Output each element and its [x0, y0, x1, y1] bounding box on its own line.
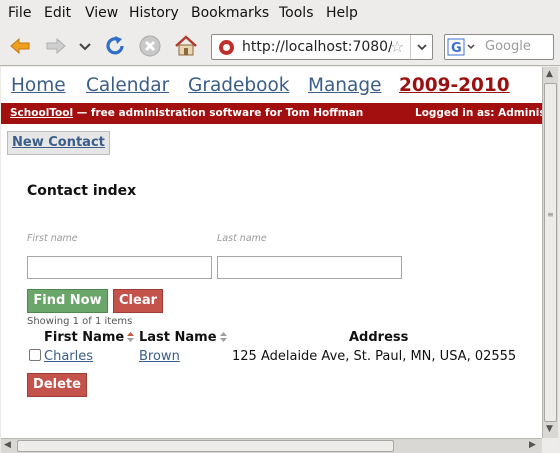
menu-help[interactable]: Help — [326, 5, 358, 21]
column-header-first-name[interactable]: First Name — [44, 330, 135, 345]
menu-edit[interactable]: Edit — [44, 5, 71, 21]
contact-address: 125 Adelaide Ave, St. Paul, MN, USA, 025… — [232, 349, 517, 364]
new-contact-button[interactable]: New Contact — [7, 131, 110, 155]
search-engine-selector[interactable]: G — [447, 38, 477, 56]
vertical-scroll-thumb[interactable]: ≡ — [544, 83, 557, 422]
forward-arrow-icon[interactable] — [44, 34, 68, 58]
search-bar[interactable]: G Google — [444, 34, 554, 60]
scroll-left-arrow-icon[interactable]: ◀ — [4, 440, 11, 450]
home-icon[interactable] — [174, 34, 198, 58]
column-header-address: Address — [349, 330, 409, 345]
schooltool-link[interactable]: SchoolTool — [10, 107, 73, 119]
grip-icon: ≡ — [547, 210, 554, 219]
nav-home[interactable]: Home — [11, 75, 66, 96]
page-title: Contact index — [27, 183, 137, 199]
url-dropdown-icon — [417, 44, 427, 51]
menu-tools[interactable]: Tools — [279, 5, 314, 21]
first-name-header-label: First Name — [44, 330, 125, 345]
navigation-toolbar: http://localhost:7080/c ☆ G Google — [0, 26, 560, 66]
menu-view[interactable]: View — [85, 5, 118, 21]
main-nav: Home Calendar Gradebook Manage 2009-2010 — [1, 67, 542, 103]
horizontal-scrollbar[interactable]: ◀ ▶ — [1, 438, 542, 453]
sort-arrows-icon[interactable] — [126, 331, 135, 343]
logged-in-status[interactable]: Logged in as: Administ — [415, 107, 542, 119]
menu-history[interactable]: History — [129, 5, 179, 21]
find-now-button[interactable]: Find Now — [27, 289, 108, 313]
stop-icon[interactable] — [138, 34, 162, 58]
reload-icon[interactable] — [103, 34, 127, 58]
delete-button[interactable]: Delete — [27, 373, 87, 397]
url-text[interactable]: http://localhost:7080/c — [242, 39, 392, 55]
google-search-engine-icon: G — [447, 38, 475, 56]
column-header-last-name[interactable]: Last Name — [139, 330, 228, 345]
menu-bookmarks[interactable]: Bookmarks — [191, 5, 269, 21]
last-name-label: Last name — [217, 233, 267, 244]
header-banner: SchoolTool — free administration softwar… — [1, 103, 542, 124]
row-select-checkbox[interactable] — [29, 349, 41, 361]
vertical-scrollbar[interactable]: ▲ ≡ ▼ — [542, 67, 558, 438]
page-viewport: Home Calendar Gradebook Manage 2009-2010… — [1, 67, 542, 438]
results-count: Showing 1 of 1 items — [27, 316, 133, 327]
horizontal-scroll-thumb[interactable] — [17, 440, 394, 452]
scroll-right-arrow-icon[interactable]: ▶ — [529, 440, 536, 450]
search-placeholder: Google — [485, 39, 531, 54]
address-bar[interactable]: http://localhost:7080/c ☆ — [211, 34, 433, 60]
nav-school-year[interactable]: 2009-2010 — [399, 75, 510, 96]
scrollbar-corner — [542, 438, 558, 453]
nav-gradebook[interactable]: Gradebook — [188, 75, 290, 96]
svg-text:G: G — [451, 41, 462, 56]
nav-manage[interactable]: Manage — [308, 75, 382, 96]
nav-calendar[interactable]: Calendar — [86, 75, 169, 96]
clear-button[interactable]: Clear — [113, 289, 163, 313]
contact-last-name-link[interactable]: Brown — [139, 349, 180, 364]
sort-arrows-icon[interactable] — [219, 331, 228, 343]
menu-file[interactable]: File — [8, 5, 31, 21]
scroll-up-arrow-icon[interactable]: ▲ — [546, 69, 553, 79]
history-dropdown-icon[interactable] — [77, 34, 93, 58]
last-name-input[interactable] — [217, 256, 402, 279]
last-name-header-label: Last Name — [139, 330, 217, 345]
banner-tagline: — free administration software for Tom H… — [73, 107, 364, 119]
contact-first-name-link[interactable]: Charles — [44, 349, 93, 364]
first-name-input[interactable] — [27, 256, 212, 279]
url-dropdown-button[interactable] — [410, 35, 432, 59]
banner-left: SchoolTool — free administration softwar… — [10, 107, 363, 119]
menubar: File Edit View History Bookmarks Tools H… — [0, 0, 560, 26]
site-favicon-icon — [219, 40, 234, 55]
bookmark-star-icon[interactable]: ☆ — [390, 37, 404, 56]
back-arrow-icon[interactable] — [8, 34, 32, 58]
first-name-label: First name — [27, 233, 78, 244]
scroll-down-arrow-icon[interactable]: ▼ — [546, 424, 553, 434]
